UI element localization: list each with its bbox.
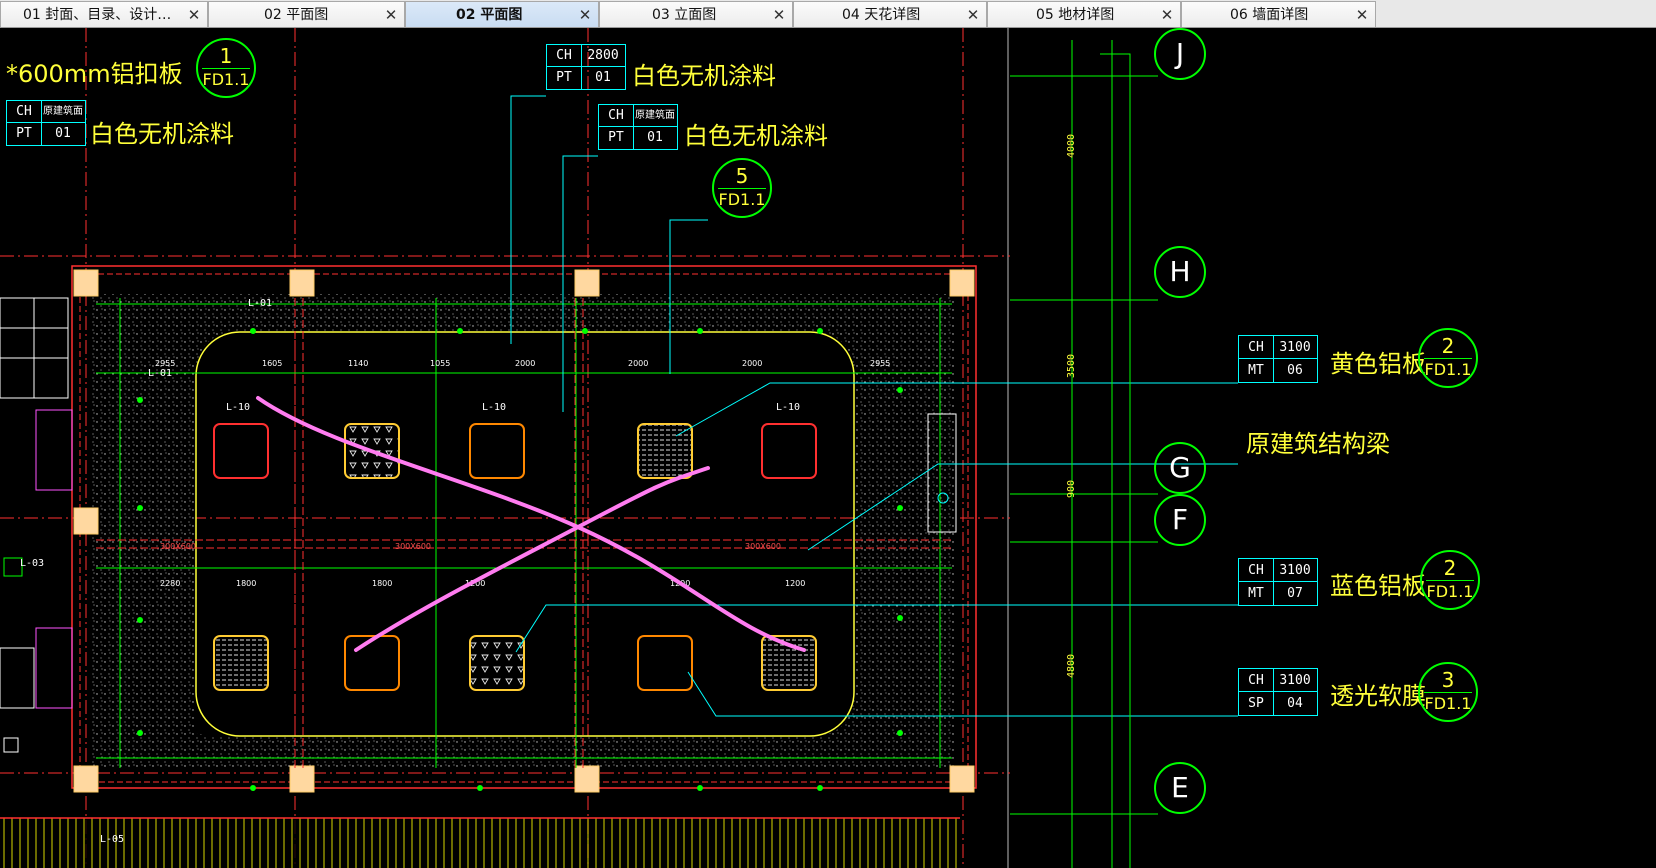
corridor-hatch <box>0 818 960 868</box>
svg-text:2955: 2955 <box>155 359 175 368</box>
material-note-yellow-aluminum: 黄色铝板 <box>1330 350 1426 378</box>
close-icon[interactable]: ✕ <box>384 2 398 28</box>
drawing-tab-bar: 01 封面、目录、设计… ✕ 02 平面图 ✕ 02 平面图 ✕ 03 立面图 … <box>0 0 1656 28</box>
material-tag: CH 原建筑面 PT 01 <box>598 104 678 150</box>
close-icon[interactable]: ✕ <box>578 2 592 28</box>
svg-text:2000: 2000 <box>515 359 535 368</box>
material-tag: CH 2800 PT 01 <box>546 44 626 90</box>
close-icon[interactable]: ✕ <box>1355 2 1369 28</box>
tab-label: 01 封面、目录、设计… <box>23 7 172 23</box>
grid-axis-H[interactable]: H <box>1154 246 1206 298</box>
structural-beams <box>96 298 952 768</box>
material-tag: CH 3100 SP 04 <box>1238 668 1318 716</box>
svg-text:1140: 1140 <box>348 359 368 368</box>
grid-axis-J[interactable]: J <box>1154 28 1206 80</box>
tab-04-ceiling-detail[interactable]: 04 天花详图 ✕ <box>793 1 987 27</box>
material-tag: CH 3100 MT 06 <box>1238 335 1318 383</box>
svg-text:1200: 1200 <box>785 579 805 588</box>
dimension-text: 2955 1605 1140 1055 2000 2000 2000 2955 2280 1… <box>155 359 890 588</box>
svg-text:2280: 2280 <box>160 579 180 588</box>
light-label: L-10 <box>482 402 507 413</box>
cad-drawing-canvas[interactable]: 2955 1605 1140 1055 2000 2000 2000 2955 2280 1… <box>0 28 1656 868</box>
detail-reference-bubble[interactable]: 5 FD1.1 <box>712 158 772 218</box>
dimension-label: 4000 <box>1066 133 1077 158</box>
right-axis-lines <box>1010 40 1158 868</box>
svg-text:300X600: 300X600 <box>160 542 196 551</box>
close-icon[interactable]: ✕ <box>772 2 786 28</box>
markup-cross <box>256 396 806 652</box>
grid-axis-F[interactable]: F <box>1154 494 1206 546</box>
dimension-label: 3500 <box>1066 353 1077 378</box>
green-dimension-lines <box>96 298 952 768</box>
ceiling-plan-drawing: 2955 1605 1140 1055 2000 2000 2000 2955 2280 1… <box>0 28 1238 868</box>
light-panels <box>213 423 817 691</box>
svg-text:2955: 2955 <box>870 359 890 368</box>
structure-beam-note: 原建筑结构梁 <box>1246 430 1390 458</box>
tab-05-floor-detail[interactable]: 05 地材详图 ✕ <box>987 1 1181 27</box>
svg-text:2000: 2000 <box>742 359 762 368</box>
material-note-translucent-film: 透光软膜 <box>1330 682 1426 710</box>
tab-06-wall-detail[interactable]: 06 墙面详图 ✕ <box>1181 1 1376 27</box>
light-label: L-03 <box>20 558 45 569</box>
close-icon[interactable]: ✕ <box>187 2 201 28</box>
light-label: L-10 <box>776 402 801 413</box>
svg-text:1800: 1800 <box>372 579 392 588</box>
tab-label: 02 平面图 <box>264 7 329 23</box>
svg-text:1800: 1800 <box>236 579 256 588</box>
svg-text:2000: 2000 <box>628 359 648 368</box>
tab-02-plan-active[interactable]: 02 平面图 ✕ <box>405 1 599 27</box>
light-label: L-01 <box>148 368 173 379</box>
svg-text:1605: 1605 <box>262 359 282 368</box>
tab-label: 04 天花详图 <box>842 7 921 23</box>
detail-reference-bubble[interactable]: 2 FD1.1 <box>1420 550 1480 610</box>
light-label: L-10 <box>226 402 251 413</box>
left-partial-room <box>0 297 73 753</box>
detail-reference-bubble[interactable]: 2 FD1.1 <box>1418 328 1478 388</box>
material-note-white-paint: 白色无机涂料 <box>684 122 828 150</box>
material-note-white-paint: 白色无机涂料 <box>632 62 776 90</box>
tab-label: 06 墙面详图 <box>1230 7 1309 23</box>
aluminum-ceiling-note: *600mm铝扣板 <box>6 60 183 88</box>
dimension-label: 4800 <box>1066 653 1077 678</box>
grid-axis-E[interactable]: E <box>1154 762 1206 814</box>
svg-text:300X600: 300X600 <box>395 542 431 551</box>
detail-reference-bubble[interactable]: 1 FD1.1 <box>196 38 256 98</box>
light-label: L-05 <box>100 834 125 845</box>
grid-axis-G[interactable]: G <box>1154 442 1206 494</box>
tab-label: 03 立面图 <box>652 7 717 23</box>
close-icon[interactable]: ✕ <box>1160 2 1174 28</box>
columns <box>73 269 975 793</box>
svg-text:300X600: 300X600 <box>745 542 781 551</box>
tab-label: 02 平面图 <box>456 7 523 23</box>
tab-label: 05 地材详图 <box>1036 7 1115 23</box>
dimension-label: 900 <box>1066 479 1077 498</box>
tab-01-cover[interactable]: 01 封面、目录、设计… ✕ <box>0 1 208 27</box>
material-note-white-paint: 白色无机涂料 <box>90 120 234 148</box>
light-label: L-01 <box>248 298 273 309</box>
close-icon[interactable]: ✕ <box>966 2 980 28</box>
tab-03-elevation[interactable]: 03 立面图 ✕ <box>599 1 793 27</box>
svg-text:1055: 1055 <box>430 359 450 368</box>
detail-reference-bubble[interactable]: 3 FD1.1 <box>1418 662 1478 722</box>
material-note-blue-aluminum: 蓝色铝板 <box>1330 572 1426 600</box>
tab-02-plan[interactable]: 02 平面图 ✕ <box>208 1 405 27</box>
material-tag: CH 3100 MT 07 <box>1238 558 1318 606</box>
material-tag: CH 原建筑面 PT 01 <box>6 100 86 146</box>
